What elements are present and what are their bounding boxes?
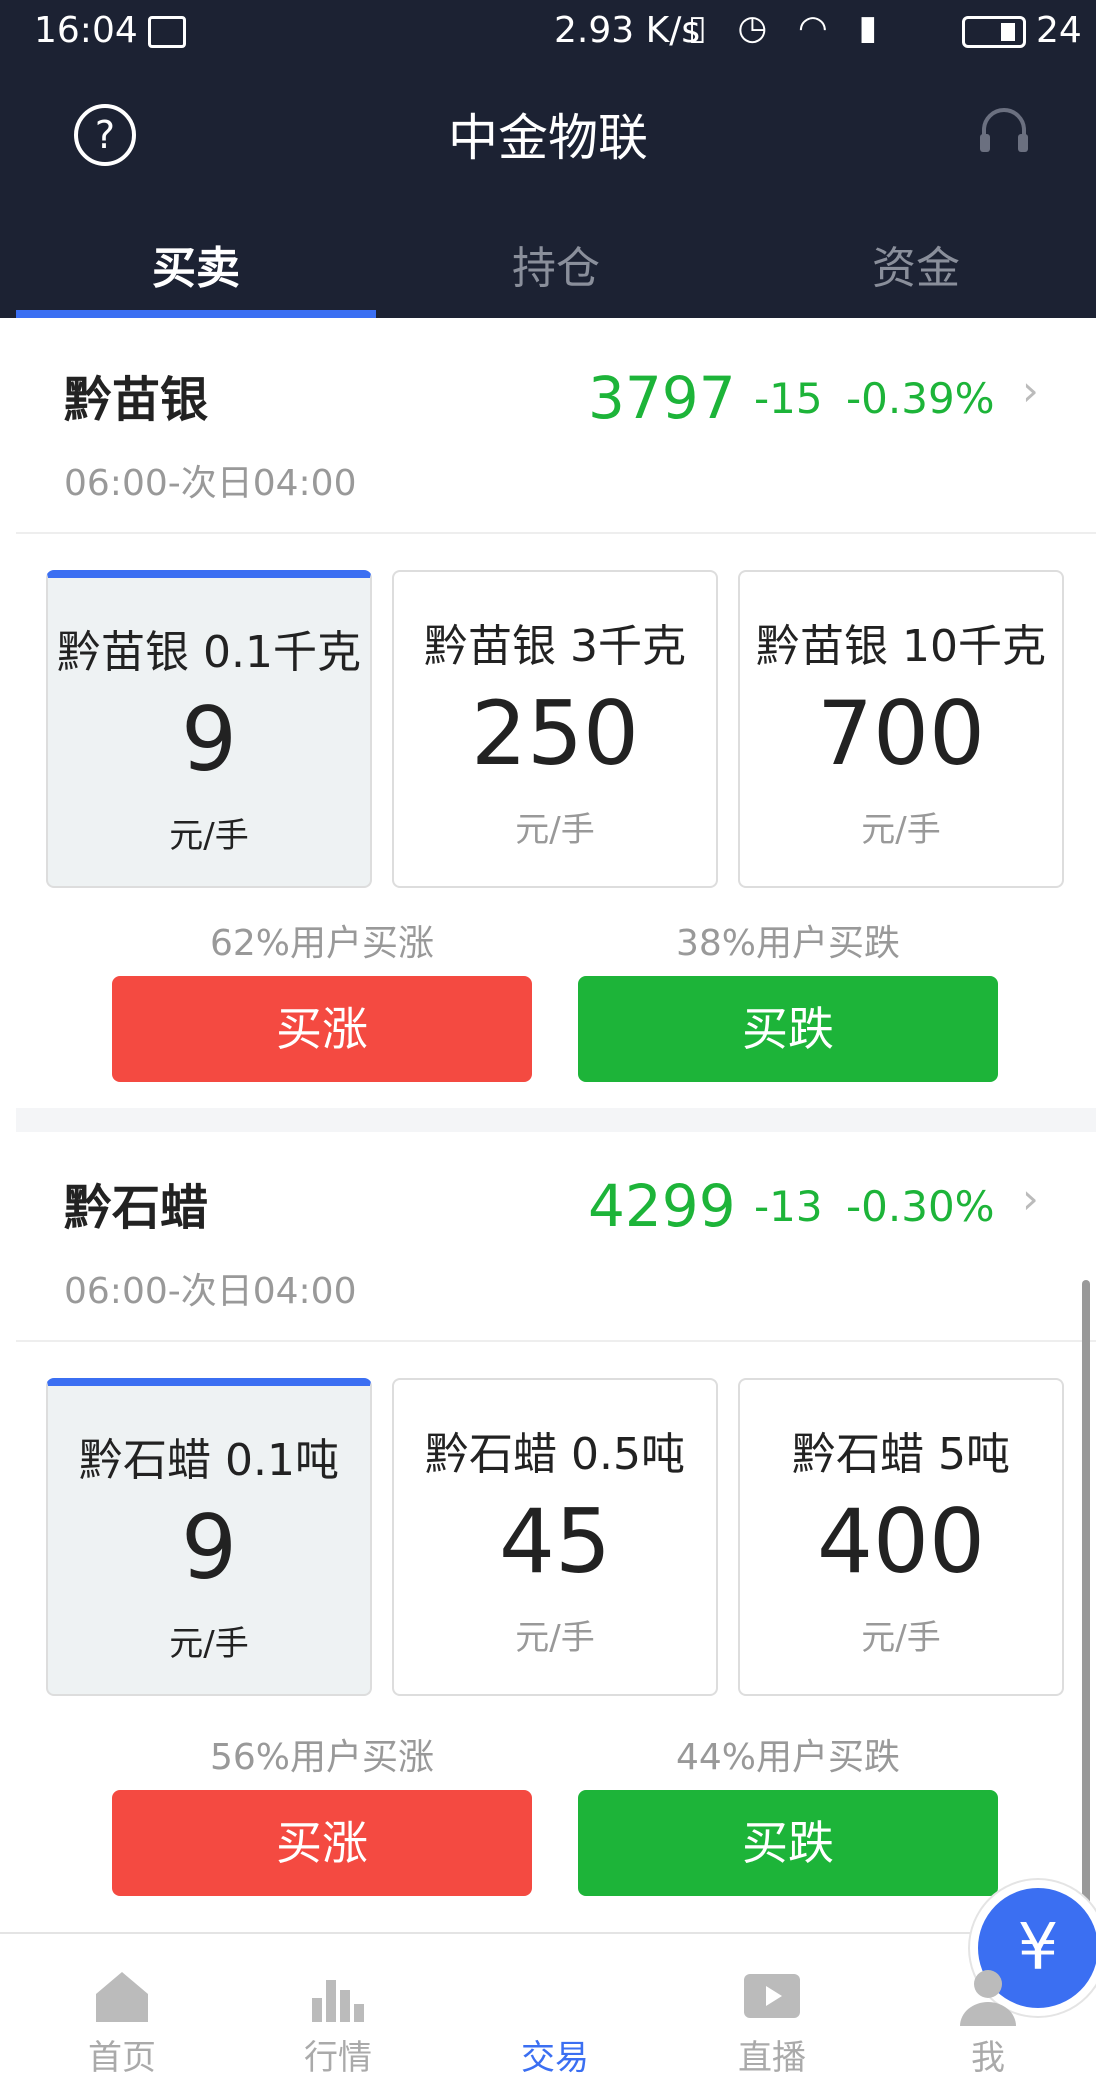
tab-indicator: [16, 310, 376, 318]
contract-name: 黔苗银 10千克: [756, 621, 1046, 672]
contract-price: 45: [499, 1490, 611, 1593]
app-header: ? 中金物联 买卖 持仓 资金: [0, 70, 1096, 318]
contract-unit: 元/手: [515, 810, 595, 850]
price-change: -13: [754, 1182, 823, 1231]
price-change: -15: [754, 374, 823, 423]
contract-unit: 元/手: [861, 810, 941, 850]
buy-down-ratio: 44%用户买跌: [675, 1737, 901, 1778]
contract-unit: 元/手: [861, 1618, 941, 1658]
chart-icon: [312, 1980, 364, 2022]
trade-page: 黔苗银 06:00-次日04:00 3797 -15 -0.39% › 黔苗银 …: [16, 318, 1096, 1932]
nav-market[interactable]: 行情: [258, 1934, 418, 2078]
contract-card-selected[interactable]: 黔石蜡 0.1吨 9 元/手: [46, 1378, 372, 1696]
buy-down-ratio: 38%用户买跌: [675, 923, 901, 964]
contract-name: 黔石蜡 5吨: [792, 1429, 1010, 1480]
contract-name: 黔苗银 3千克: [424, 621, 686, 672]
product-section: 黔苗银 06:00-次日04:00 3797 -15 -0.39% › 黔苗银 …: [16, 318, 1096, 1108]
user-icon: [960, 1970, 1016, 2026]
battery-icon: [962, 16, 1026, 48]
headset-icon[interactable]: [978, 106, 1030, 162]
contract-price: 9: [181, 688, 237, 791]
home-icon: [96, 1972, 148, 2022]
contract-unit: 元/手: [169, 816, 249, 856]
divider: [16, 1340, 1096, 1342]
nav-label: 首页: [88, 2038, 156, 2078]
nav-label: 行情: [304, 2038, 372, 2078]
contract-price: 250: [471, 682, 639, 785]
product-name: 黔石蜡: [64, 1180, 209, 1236]
buy-up-ratio: 56%用户买涨: [209, 1737, 435, 1778]
buy-up-button[interactable]: 买涨: [112, 1790, 532, 1896]
contract-name: 黔苗银 0.1千克: [57, 627, 361, 678]
contract-card[interactable]: 黔苗银 3千克 250 元/手: [392, 570, 718, 888]
contract-card-selected[interactable]: 黔苗银 0.1千克 9 元/手: [46, 570, 372, 888]
contract-unit: 元/手: [169, 1624, 249, 1664]
chevron-right-icon[interactable]: ›: [1022, 366, 1039, 415]
contract-card[interactable]: 黔石蜡 5吨 400 元/手: [738, 1378, 1064, 1696]
trading-hours: 06:00-次日04:00: [64, 463, 357, 504]
scrollbar[interactable]: [1082, 1280, 1090, 1930]
contract-card[interactable]: 黔石蜡 0.5吨 45 元/手: [392, 1378, 718, 1696]
network-speed: 2.93 K/s: [554, 10, 701, 51]
contract-unit: 元/手: [515, 1618, 595, 1658]
tab-funds[interactable]: 资金: [736, 220, 1096, 318]
contract-price: 400: [817, 1490, 985, 1593]
nav-home[interactable]: 首页: [42, 1934, 202, 2078]
buy-up-button[interactable]: 买涨: [112, 976, 532, 1082]
product-section: 黔石蜡 06:00-次日04:00 4299 -13 -0.30% › 黔石蜡 …: [16, 1132, 1096, 1932]
price-change-percent: -0.39%: [846, 374, 995, 423]
status-time: 16:04: [34, 10, 138, 51]
page-title: 中金物联: [448, 109, 648, 167]
nav-me[interactable]: 我: [908, 1934, 1068, 2078]
contract-price: 700: [817, 682, 985, 785]
contract-card[interactable]: 黔苗银 10千克 700 元/手: [738, 570, 1064, 888]
contract-name: 黔石蜡 0.5吨: [425, 1429, 685, 1480]
nav-live[interactable]: 直播: [692, 1934, 852, 2078]
trading-hours: 06:00-次日04:00: [64, 1271, 357, 1312]
battery-level: 24: [1036, 10, 1082, 51]
nav-trade[interactable]: ¥ 交易: [475, 1880, 1096, 2078]
buy-down-button[interactable]: 买跌: [578, 976, 998, 1082]
image-icon: [148, 16, 186, 48]
contract-name: 黔石蜡 0.1吨: [79, 1435, 339, 1486]
contract-price: 9: [181, 1496, 237, 1599]
chevron-right-icon[interactable]: ›: [1022, 1174, 1039, 1223]
product-name: 黔苗银: [64, 372, 209, 428]
status-bar: 16:04 2.93 K/s ▯ ◷ ◠ ▮ 24: [0, 0, 1096, 70]
tab-positions[interactable]: 持仓: [376, 220, 736, 318]
nav-label: 直播: [738, 2038, 806, 2078]
tab-bar: 买卖 持仓 资金: [16, 220, 1096, 318]
product-price: 4299: [588, 1172, 736, 1240]
status-icons: ▯ ◷ ◠ ▮: [688, 8, 888, 48]
product-price: 3797: [588, 364, 736, 432]
nav-label: 交易: [521, 2038, 589, 2078]
divider: [16, 532, 1096, 534]
buy-up-ratio: 62%用户买涨: [209, 923, 435, 964]
price-change-percent: -0.30%: [846, 1182, 995, 1231]
play-icon: [744, 1974, 800, 2018]
nav-label: 我: [971, 2038, 1005, 2078]
buy-down-button[interactable]: 买跌: [578, 1790, 998, 1896]
bottom-nav: 首页 行情 ¥ 交易 直播 我: [0, 1880, 1096, 2078]
tab-trade[interactable]: 买卖: [16, 220, 376, 318]
